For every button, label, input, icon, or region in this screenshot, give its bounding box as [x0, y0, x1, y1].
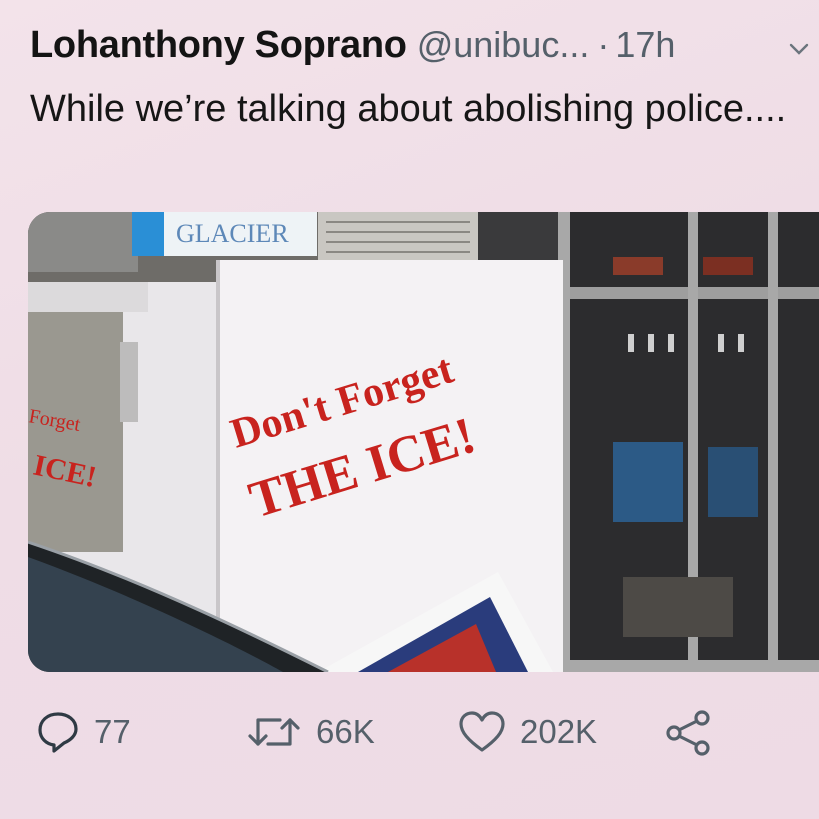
chevron-down-icon[interactable] — [788, 38, 810, 60]
retweet-button[interactable]: 66K — [246, 710, 375, 754]
heart-icon — [459, 711, 505, 752]
reply-count: 77 — [94, 713, 131, 750]
tweet-actions: 77 66K 202K — [0, 700, 819, 770]
user-handle[interactable]: @unibuc... — [417, 24, 590, 65]
retweet-count: 66K — [316, 713, 375, 750]
like-button[interactable]: 202K — [458, 710, 597, 754]
like-count: 202K — [520, 713, 598, 750]
separator-dot: · — [597, 24, 610, 65]
ice-freezer-photo: GLACIER Forget ICE! Don't Forget THE ICE… — [28, 212, 819, 672]
tweet-image[interactable]: GLACIER Forget ICE! Don't Forget THE ICE… — [28, 212, 819, 672]
timestamp[interactable]: 17h — [615, 24, 675, 65]
share-icon — [666, 710, 710, 756]
display-name[interactable]: Lohanthony Soprano — [30, 24, 407, 66]
tweet-text: While we’re talking about abolishing pol… — [30, 88, 787, 130]
retweet-icon — [248, 718, 300, 746]
tweet-header: Lohanthony Soprano @unibuc... · 17h — [30, 24, 810, 74]
glacier-sign-text: GLACIER — [176, 219, 289, 248]
reply-icon — [38, 712, 78, 753]
share-button[interactable] — [664, 710, 712, 756]
reply-button[interactable]: 77 — [36, 710, 131, 754]
